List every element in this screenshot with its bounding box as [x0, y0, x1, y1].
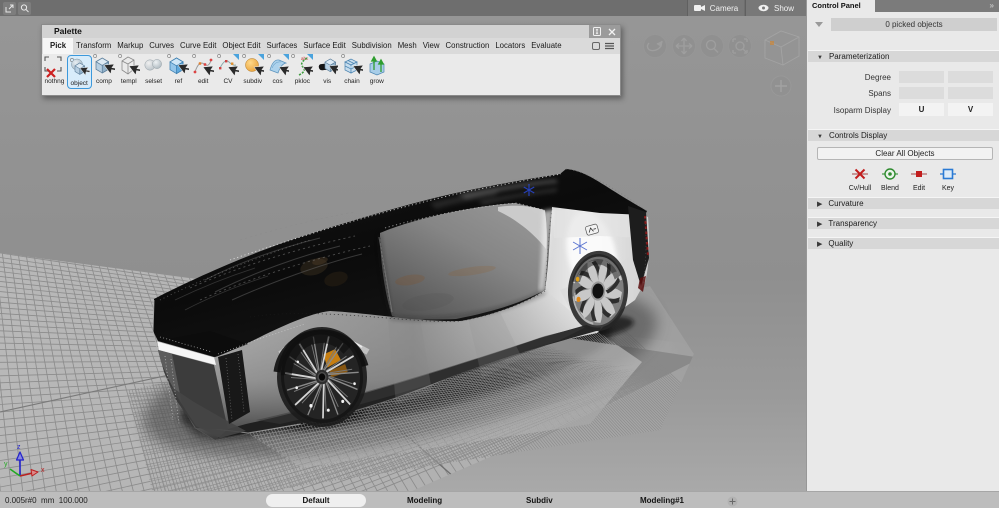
svg-text:Edit: Edit — [913, 185, 925, 192]
svg-text:z: z — [17, 444, 21, 451]
svg-text:x: x — [41, 467, 45, 474]
svg-text:y: y — [4, 461, 8, 468]
svg-text:Cv/Hull: Cv/Hull — [849, 185, 872, 192]
svg-text:Key: Key — [942, 185, 955, 192]
svg-text:Blend: Blend — [881, 185, 899, 192]
